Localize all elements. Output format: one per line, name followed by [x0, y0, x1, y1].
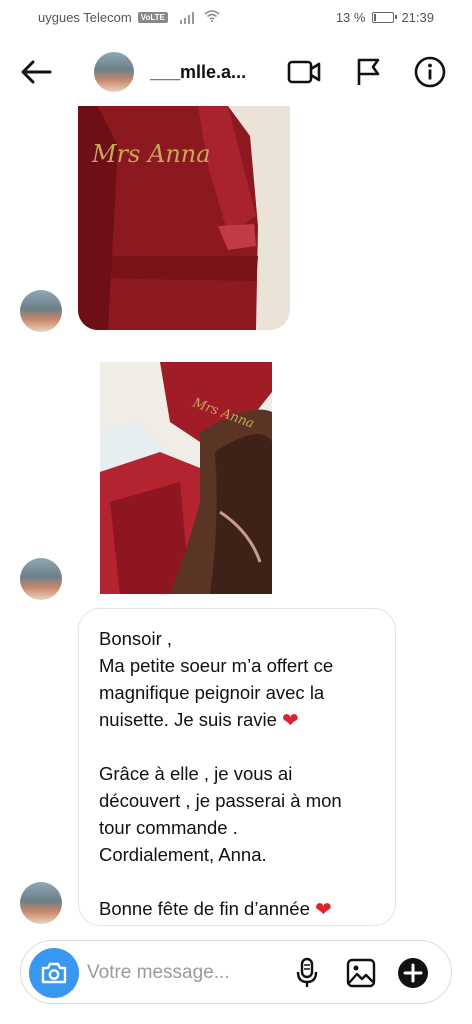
robe-photo-image: Mrs Anna — [78, 106, 290, 330]
microphone-icon — [296, 957, 318, 987]
message-bubble[interactable]: Bonsoir , Ma petite soeur m’a offert ce … — [78, 608, 396, 926]
message-line-text: nuisette. Je suis ravie — [99, 709, 277, 730]
message-line: Bonne fête de fin d’année ❤ — [99, 895, 375, 922]
status-right: 13 % 21:39 — [336, 10, 434, 25]
gallery-button[interactable] — [343, 955, 379, 991]
back-button[interactable] — [18, 56, 54, 88]
message-line: Bonsoir , — [99, 628, 173, 649]
battery-icon — [372, 12, 398, 23]
sender-avatar[interactable] — [20, 882, 62, 924]
plus-icon — [398, 958, 428, 988]
carrier-name: uygues Telecom — [38, 10, 132, 25]
signal-icon — [179, 11, 194, 24]
message-composer — [20, 940, 452, 1004]
message-line: tour commande . — [99, 817, 238, 838]
sender-avatar[interactable] — [20, 290, 62, 332]
message-line: Ma petite soeur m’a offert ce — [99, 655, 334, 676]
message-line: découvert , je passerai à mon — [99, 790, 342, 811]
message-input[interactable] — [87, 957, 277, 989]
camera-button[interactable] — [29, 948, 79, 998]
contact-avatar[interactable] — [94, 52, 134, 92]
camera-icon — [41, 962, 67, 984]
more-options-button[interactable] — [395, 955, 431, 991]
message-line-text: Bonne fête de fin d’année — [99, 898, 310, 919]
message-line: Grâce à elle , je vous ai — [99, 763, 293, 784]
message-line: magnifique peignoir avec la — [99, 682, 325, 703]
volte-badge: VoLTE — [137, 12, 168, 23]
info-icon — [414, 56, 446, 88]
selfie-photo-image: Mrs Anna — [100, 362, 272, 594]
video-call-button[interactable] — [286, 54, 322, 90]
info-button[interactable] — [412, 54, 448, 90]
flag-icon — [357, 58, 380, 85]
battery-percentage: 13 % — [335, 10, 366, 25]
heart-emoji-icon: ❤ — [282, 710, 299, 732]
video-camera-icon — [287, 60, 321, 84]
chat-header: ___mlle.a... — [0, 40, 472, 104]
clock: 21:39 — [401, 10, 434, 25]
heart-emoji-icon: ❤ — [315, 899, 332, 921]
image-icon — [346, 958, 376, 988]
message-line: Cordialement, Anna. — [99, 844, 267, 865]
battery-fill — [374, 14, 377, 21]
status-left: uygues Telecom VoLTE — [38, 10, 220, 25]
sender-avatar[interactable] — [20, 558, 62, 600]
embroidery-text: Mrs Anna — [91, 140, 211, 168]
message-photo-robe[interactable]: Mrs Anna — [78, 106, 290, 330]
message-photo-selfie[interactable]: Mrs Anna — [100, 362, 272, 594]
report-button[interactable] — [350, 54, 386, 90]
contact-username[interactable]: ___mlle.a... — [150, 62, 246, 83]
status-bar: uygues Telecom VoLTE 13 % 21:39 — [0, 0, 472, 34]
wifi-icon — [204, 10, 220, 25]
back-arrow-icon — [21, 60, 52, 84]
voice-message-button[interactable] — [289, 955, 325, 991]
message-line: nuisette. Je suis ravie ❤ — [99, 706, 375, 733]
